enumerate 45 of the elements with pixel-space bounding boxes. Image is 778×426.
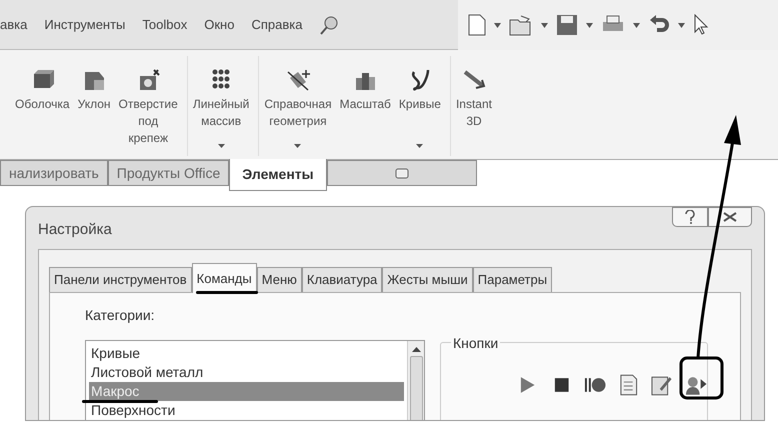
list-item[interactable]: Листовой металл <box>89 363 404 382</box>
categories-list[interactable]: Кривые Листовой металл Макрос Поверхности <box>85 340 425 420</box>
dialog-tab[interactable]: Меню <box>256 267 302 292</box>
caret-icon[interactable] <box>541 22 548 28</box>
ribbon-button[interactable]: Кривые <box>396 56 443 156</box>
help-button[interactable] <box>672 207 708 227</box>
tag-icon <box>394 167 410 179</box>
caret-icon[interactable] <box>586 22 593 28</box>
caret-icon[interactable] <box>678 22 685 28</box>
help-icon <box>685 210 695 224</box>
highlight-frame <box>680 356 724 400</box>
dialog-tab[interactable]: Клавиатура <box>302 267 382 292</box>
ribbon-button[interactable]: Instant 3D <box>454 56 494 156</box>
caret-icon[interactable] <box>633 22 640 28</box>
ribbon-button[interactable]: Линейный массив <box>190 56 252 156</box>
ribbon-button[interactable]: Масштаб <box>338 56 393 156</box>
menu-item[interactable]: Справка <box>251 14 302 34</box>
list-item[interactable]: Кривые <box>89 344 404 363</box>
close-icon <box>723 212 737 222</box>
categories-label: Категории: <box>85 306 156 325</box>
ribbon-button[interactable]: Уклон <box>76 56 113 156</box>
menu-item[interactable]: Окно <box>204 14 234 34</box>
document-icon[interactable] <box>468 14 486 36</box>
menu-item[interactable]: Toolbox <box>142 14 188 34</box>
close-button[interactable] <box>708 207 752 227</box>
folder-icon[interactable] <box>509 14 533 36</box>
caret-icon[interactable] <box>494 22 501 28</box>
ribbon-tab[interactable]: Элементы <box>229 159 327 191</box>
ribbon-tab[interactable]: Продукты Office <box>108 160 230 186</box>
scroll-up-icon[interactable] <box>412 347 420 352</box>
dialog-tab[interactable]: Параметры <box>472 267 552 292</box>
list-item[interactable]: Поверхности <box>89 401 404 420</box>
ribbon-button[interactable]: Отверстие под крепеж <box>116 56 180 156</box>
ribbon-button[interactable]: Справочная геометрия <box>262 56 334 156</box>
underline-mark <box>196 291 258 294</box>
ribbon-tab[interactable]: нализировать <box>0 160 108 186</box>
pointer-icon[interactable] <box>693 14 709 36</box>
menu-item[interactable]: Инструменты <box>44 14 126 34</box>
ribbon-button[interactable]: Оболочка <box>13 56 72 156</box>
dialog-title: Настройка <box>38 220 112 240</box>
ribbon-tab[interactable] <box>326 160 477 186</box>
menu-item[interactable]: авка <box>0 14 28 34</box>
dialog-tab[interactable]: Панели инструментов <box>49 267 192 292</box>
dialog-tab[interactable]: Команды <box>192 263 257 293</box>
dialog-tab[interactable]: Жесты мыши <box>382 267 473 292</box>
